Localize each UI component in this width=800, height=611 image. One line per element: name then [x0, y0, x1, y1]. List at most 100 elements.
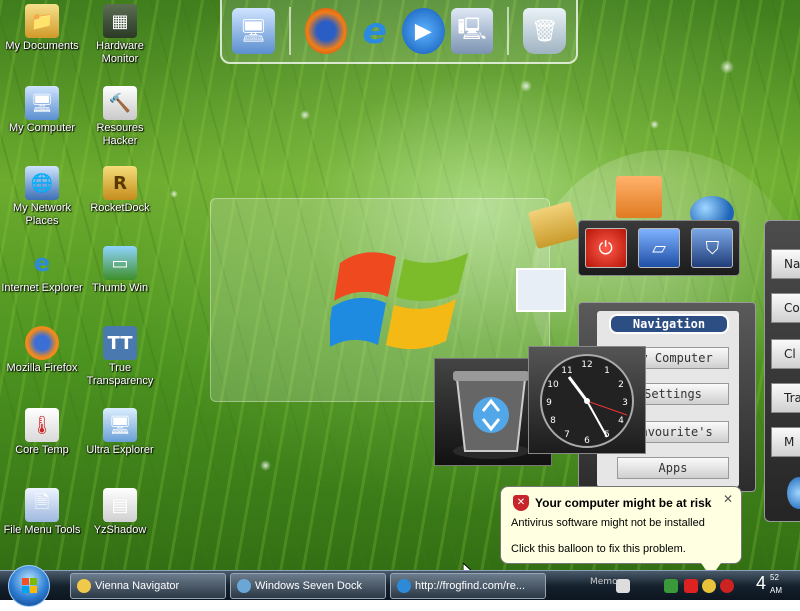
dock-recycle-bin-icon[interactable]: 🗑 [523, 8, 567, 54]
memo-label: Memo [590, 577, 618, 587]
firefox-icon [25, 326, 59, 360]
desktop-icon-true-transparency[interactable]: TT True Transparency [78, 326, 162, 388]
tt-icon: TT [103, 326, 137, 360]
droplet [260, 460, 271, 471]
desktop-icon-label: My Network Places [12, 202, 72, 227]
desktop-icon-label: Thumb Win [91, 282, 149, 294]
desktop-icon-internet-explorer[interactable]: e Internet Explorer [0, 246, 84, 295]
desktop-icon-core-temp[interactable]: 🌡 Core Temp [0, 408, 84, 457]
taskbar-button-vienna-navigator[interactable]: Vienna Navigator [70, 573, 226, 599]
help-icon[interactable] [616, 579, 630, 593]
taskbar-clock[interactable]: 4 52 AM [756, 573, 782, 595]
balloon-action-text: Click this balloon to fix this problem. [511, 543, 686, 555]
picture-viewer-icon[interactable] [516, 268, 566, 312]
documents-stack-icon[interactable] [616, 176, 662, 218]
desktop-icon-label: Resoures Hacker [96, 122, 144, 147]
desktop-icon-hardware-monitor[interactable]: ▦ Hardware Monitor [78, 4, 162, 66]
clock-number-1: 1 [604, 366, 610, 376]
clock-number-12: 12 [581, 360, 592, 370]
ie-icon: e [33, 249, 51, 277]
status-tray-icon[interactable] [702, 579, 716, 593]
shadow-window-icon: ▤ [103, 488, 137, 522]
security-center-icon[interactable] [684, 579, 698, 593]
desktop-icon-label: File Menu Tools [3, 524, 81, 536]
dock-play-icon[interactable]: ▶ [402, 8, 445, 54]
explorer-icon: 🖥 [103, 408, 137, 442]
desktop-icon-label: Internet Explorer [1, 282, 83, 294]
desktop-icon-resources-hacker[interactable]: 🔨 Resoures Hacker [78, 86, 162, 148]
desktop-icon-label: Mozilla Firefox [6, 362, 78, 374]
dock-separator [288, 7, 291, 55]
balloon-close-button[interactable]: ✕ [723, 492, 733, 506]
clock-number-7: 7 [564, 430, 570, 440]
desktop-icon-label: True Transparency [86, 362, 154, 387]
clock-number-4: 4 [618, 416, 624, 426]
clock-number-3: 3 [622, 398, 628, 408]
power-icon[interactable]: ⏻ [584, 228, 627, 268]
analog-clock: 12 1 2 3 4 5 6 7 8 9 10 11 [540, 354, 634, 448]
desktop-icon-label: Ultra Explorer [86, 444, 154, 456]
balloon-title: Your computer might be at risk [535, 496, 712, 510]
droplet [650, 120, 659, 129]
dock-computer-icon[interactable]: 🖥 [232, 8, 275, 54]
desktop-icon-yzshadow[interactable]: ▤ YzShadow [78, 488, 162, 537]
droplet [520, 80, 532, 92]
navigation-title: Navigation [609, 314, 729, 334]
desktop-icon-ultra-explorer[interactable]: 🖥 Ultra Explorer [78, 408, 162, 457]
desktop-icon-mozilla-firefox[interactable]: Mozilla Firefox [0, 326, 84, 375]
dock-firefox-icon[interactable] [304, 8, 348, 54]
security-warning-icon: ✕ [513, 495, 529, 511]
window-switch-icon[interactable]: ▱ [637, 228, 680, 268]
globe-icon [787, 477, 800, 509]
dock-network-drive-icon[interactable]: 🖳 [450, 8, 494, 54]
shield-icon[interactable]: ⛉ [691, 228, 734, 268]
clock-number-9: 9 [546, 398, 552, 408]
desktop-icon-thumbwin[interactable]: ▭ Thumb Win [78, 246, 162, 295]
thermometer-icon: 🌡 [25, 408, 59, 442]
clock-number-6: 6 [584, 436, 590, 446]
droplet [170, 190, 178, 198]
side-button-co[interactable]: Co [771, 293, 800, 323]
start-button[interactable] [8, 565, 50, 607]
side-button-tra[interactable]: Tra [771, 383, 800, 413]
clock-gadget[interactable]: 12 1 2 3 4 5 6 7 8 9 10 11 [528, 346, 646, 454]
desktop-icon-my-network-places[interactable]: 🌐 My Network Places [0, 166, 84, 228]
desktop-icon-label: YzShadow [93, 524, 147, 536]
clock-number-8: 8 [550, 416, 556, 426]
clock-hour: 4 [756, 573, 767, 593]
clock-number-11: 11 [561, 366, 572, 376]
rocket-r-icon: R [103, 166, 137, 200]
security-balloon[interactable]: ✕ Your computer might be at risk ✕ Antiv… [500, 486, 742, 577]
clock-ampm: AM [770, 586, 782, 595]
desktop-icon-my-computer[interactable]: 🖥 My Computer [0, 86, 84, 135]
task-label: Windows Seven Dock [255, 580, 362, 592]
task-label: http://frogfind.com/re... [415, 580, 526, 592]
dock-app-icon [237, 579, 251, 593]
clock-minute: 52 [770, 573, 779, 582]
dock-separator [507, 7, 510, 55]
balloon-message: Antivirus software might not be installe… [511, 517, 705, 529]
side-button-m[interactable]: M [771, 427, 800, 457]
taskbar-button-windows-seven-dock[interactable]: Windows Seven Dock [230, 573, 386, 599]
desktop-icon-rocketdock[interactable]: R RocketDock [78, 166, 162, 215]
droplet [300, 110, 310, 120]
hammer-icon: 🔨 [103, 86, 137, 120]
top-dock: 🖥 e ▶ 🖳 🗑 [220, 0, 578, 64]
desktop-icon-label: My Computer [8, 122, 76, 134]
desktop-icon-file-menu-tools[interactable]: 🗎 File Menu Tools [0, 488, 84, 537]
ie-icon [397, 579, 411, 593]
taskbar-button-browser[interactable]: http://frogfind.com/re... [390, 573, 546, 599]
desktop-icon-my-documents[interactable]: 📁 My Documents [0, 4, 84, 53]
clock-number-10: 10 [547, 380, 559, 390]
network-tray-icon[interactable] [664, 579, 678, 593]
warning-tray-icon[interactable] [720, 579, 734, 593]
dock-ie-icon[interactable]: e [353, 8, 396, 54]
windows-logo [330, 252, 468, 350]
desktop-icon-label: Core Temp [15, 444, 69, 456]
nav-button-apps[interactable]: Apps [617, 457, 729, 479]
side-button-cl[interactable]: Cl [771, 339, 800, 369]
folder-icon: 📁 [25, 4, 59, 38]
side-button-nav[interactable]: Nav [771, 249, 800, 279]
desktop-icon-label: My Documents [5, 40, 79, 52]
droplet [720, 60, 734, 74]
